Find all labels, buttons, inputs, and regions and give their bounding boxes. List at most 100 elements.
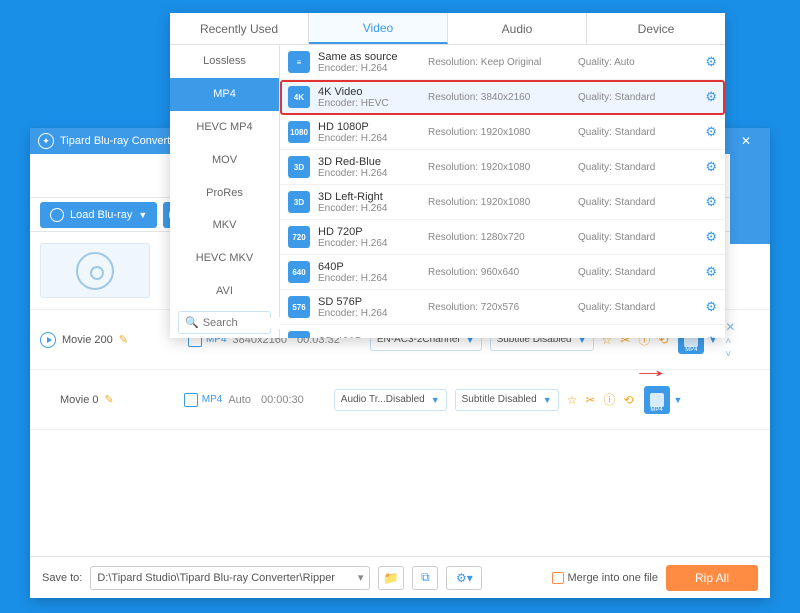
merge-checkbox[interactable]: Merge into one file bbox=[552, 572, 659, 584]
header-accent bbox=[730, 154, 770, 244]
format-row-title: 640P bbox=[318, 261, 428, 273]
tab-audio[interactable]: Audio bbox=[448, 13, 587, 44]
format-row-quality: Quality: Standard bbox=[578, 162, 678, 173]
gear-icon[interactable]: ⚙ bbox=[705, 229, 717, 245]
format-row-icon: 1080 bbox=[288, 121, 310, 143]
browse-folder-button[interactable]: 📁 bbox=[378, 566, 404, 590]
tab-device[interactable]: Device bbox=[587, 13, 725, 44]
format-row-title: 4K Video bbox=[318, 86, 428, 98]
sidebar-item-avi[interactable]: AVI bbox=[170, 275, 279, 308]
format-row-resolution: Resolution: 960x640 bbox=[428, 267, 578, 278]
gear-icon[interactable]: ⚙ bbox=[705, 334, 717, 338]
format-row-encoder: Encoder: H.264 bbox=[318, 308, 428, 319]
format-row[interactable]: 720HD 720PEncoder: H.264Resolution: 1280… bbox=[280, 220, 725, 255]
compress-icon[interactable]: ⟲ bbox=[623, 393, 633, 407]
format-row[interactable]: 4K4K VideoEncoder: HEVCResolution: 3840x… bbox=[280, 80, 725, 115]
resolution: Auto bbox=[228, 394, 251, 406]
sidebar-item-mov[interactable]: MOV bbox=[170, 143, 279, 176]
movie-row[interactable]: Movie 0 ✎ MP4 Auto 00:00:30 Audio Tr...D… bbox=[30, 370, 770, 430]
gear-icon[interactable]: ⚙ bbox=[705, 194, 717, 210]
format-sidebar: Lossless MP4 HEVC MP4 MOV ProRes MKV HEV… bbox=[170, 45, 280, 338]
format-row-icon: 720 bbox=[288, 226, 310, 248]
badge-label: MP4 bbox=[650, 407, 662, 413]
format-row-encoder: Encoder: H.264 bbox=[318, 63, 428, 74]
info-icon[interactable]: ⓘ bbox=[603, 391, 615, 408]
sidebar-item-mkv[interactable]: MKV bbox=[170, 209, 279, 242]
output-dropdown-icon[interactable]: ▼ bbox=[674, 395, 683, 405]
format-row-icon: ≡ bbox=[288, 51, 310, 73]
settings-button[interactable]: ⚙▾ bbox=[446, 566, 482, 590]
star-icon[interactable]: ☆ bbox=[567, 393, 578, 407]
thumbnail bbox=[40, 243, 150, 298]
sidebar-item-prores[interactable]: ProRes bbox=[170, 176, 279, 209]
format-label: MP4 bbox=[202, 394, 223, 405]
move-down-icon[interactable]: ˅ bbox=[725, 349, 735, 360]
close-button[interactable]: ✕ bbox=[730, 128, 762, 154]
edit-name-icon[interactable]: ✎ bbox=[119, 333, 128, 346]
audio-select[interactable]: Audio Tr...Disabled ▼ bbox=[334, 389, 447, 411]
format-row-quality: Quality: Standard bbox=[578, 302, 678, 313]
format-row-icon: 480 bbox=[288, 331, 310, 338]
format-row-icon: 3D bbox=[288, 191, 310, 213]
format-row-title: 3D Red-Blue bbox=[318, 156, 428, 168]
sidebar-item-mp4[interactable]: MP4 bbox=[170, 78, 279, 111]
tab-recently-used[interactable]: Recently Used bbox=[170, 13, 309, 44]
format-row[interactable]: 576 SD 576PEncoder: H.264Resolution: 720x… bbox=[280, 290, 725, 325]
format-row-quality: Quality: Standard bbox=[578, 267, 678, 278]
rip-all-button[interactable]: Rip All bbox=[666, 565, 758, 591]
format-row-resolution: Resolution: 720x576 bbox=[428, 302, 578, 313]
format-panel: Recently Used Video Audio Device Lossles… bbox=[170, 13, 725, 338]
format-row-resolution: Resolution: 1920x1080 bbox=[428, 197, 578, 208]
gear-icon[interactable]: ⚙ bbox=[705, 159, 717, 175]
format-row-encoder: Encoder: H.264 bbox=[318, 273, 428, 284]
tab-video[interactable]: Video bbox=[309, 13, 448, 44]
format-row-quality: Quality: Standard bbox=[578, 127, 678, 138]
gear-icon[interactable]: ⚙ bbox=[705, 299, 717, 315]
sidebar-item-hevc-mp4[interactable]: HEVC MP4 bbox=[170, 111, 279, 144]
disc-icon bbox=[50, 208, 64, 222]
sidebar-item-hevc-mkv[interactable]: HEVC MKV bbox=[170, 242, 279, 275]
format-row-icon: 640 bbox=[288, 261, 310, 283]
format-row-encoder: Encoder: H.264 bbox=[318, 133, 428, 144]
format-row[interactable]: ≡Same as sourceEncoder: H.264Resolution:… bbox=[280, 45, 725, 80]
format-row-title: Same as source bbox=[318, 51, 428, 63]
gear-icon[interactable]: ⚙ bbox=[705, 54, 717, 70]
play-icon[interactable] bbox=[40, 332, 56, 348]
cut-icon[interactable]: ✂ bbox=[585, 393, 595, 407]
subtitle-value: Subtitle Disabled bbox=[462, 394, 537, 405]
move-up-icon[interactable]: ˄ bbox=[725, 336, 735, 347]
load-bluray-button[interactable]: Load Blu-ray ▼ bbox=[40, 202, 157, 228]
format-row[interactable]: 3D3D Left-RightEncoder: H.264Resolution:… bbox=[280, 185, 725, 220]
subtitle-select[interactable]: Subtitle Disabled ▼ bbox=[455, 389, 559, 411]
app-title: Tipard Blu-ray Converter bbox=[60, 135, 180, 147]
format-row-resolution: Resolution: 1280x720 bbox=[428, 232, 578, 243]
format-row-quality: Quality: Auto bbox=[578, 57, 678, 68]
format-tabs: Recently Used Video Audio Device bbox=[170, 13, 725, 45]
load-bluray-label: Load Blu-ray bbox=[70, 209, 132, 221]
sidebar-item-lossless[interactable]: Lossless bbox=[170, 45, 279, 78]
format-row-title: HD 1080P bbox=[318, 121, 428, 133]
format-row[interactable]: 3D3D Red-BlueEncoder: H.264Resolution: 1… bbox=[280, 150, 725, 185]
edit-name-icon[interactable]: ✎ bbox=[105, 393, 114, 406]
format-row-title: SD 576P bbox=[318, 296, 428, 308]
badge-label: MP4 bbox=[685, 347, 697, 353]
chevron-down-icon: ▼ bbox=[138, 210, 147, 220]
format-row[interactable]: 640 640PEncoder: H.264Resolution: 960x640… bbox=[280, 255, 725, 290]
open-folder-button[interactable]: ⧉ bbox=[412, 566, 438, 590]
gear-icon[interactable]: ⚙ bbox=[705, 264, 717, 280]
format-row-quality: Quality: Standard bbox=[578, 232, 678, 243]
format-row[interactable]: 1080HD 1080PEncoder: H.264Resolution: 19… bbox=[280, 115, 725, 150]
format-row-quality: Quality: Standard bbox=[578, 197, 678, 208]
row-actions: ☆ ✂ ⓘ ⟲ bbox=[567, 391, 634, 408]
format-row-encoder: Encoder: HEVC bbox=[318, 98, 428, 109]
format-row[interactable]: 480SD 480P⚙ bbox=[280, 325, 725, 338]
output-format-badge[interactable]: MP4 bbox=[644, 386, 670, 414]
chevron-down-icon: ▾ bbox=[358, 571, 364, 584]
format-row-encoder: Encoder: H.264 bbox=[318, 203, 428, 214]
save-path-field[interactable]: D:\Tipard Studio\Tipard Blu-ray Converte… bbox=[90, 566, 370, 590]
gear-icon[interactable]: ⚙ bbox=[705, 124, 717, 140]
gear-icon[interactable]: ⚙ bbox=[705, 89, 717, 105]
format-row-icon: 576 bbox=[288, 296, 310, 318]
format-row-encoder: Encoder: H.264 bbox=[318, 238, 428, 249]
remove-row-icon[interactable]: ✕ bbox=[725, 320, 735, 334]
